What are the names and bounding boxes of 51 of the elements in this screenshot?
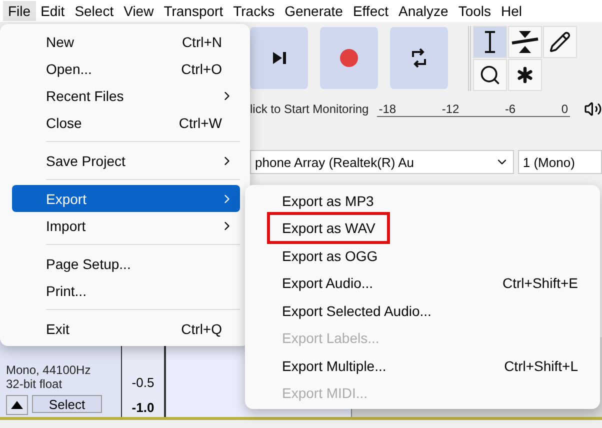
pencil-icon [549,30,571,52]
tool-button[interactable] [508,58,542,90]
menu-title[interactable]: Edit [36,1,70,21]
menu-title[interactable]: File [3,1,36,21]
meter-scale: -18 -12 -6 0 [376,102,570,116]
tool-button[interactable] [473,26,507,58]
skip-end-icon [271,50,287,66]
menu-title[interactable]: Effect [348,1,394,21]
record-icon [340,49,358,67]
menu-item[interactable]: New Ctrl+N [12,28,240,55]
menu-title[interactable]: Analyze [394,1,454,21]
menu-item[interactable]: Export [12,185,240,212]
menu-title[interactable]: Tools [453,1,496,21]
speaker-icon[interactable] [584,100,602,118]
menu-item[interactable]: Page Setup... [12,250,240,277]
i-beam-icon [483,30,497,52]
track-format: Mono, 44100Hz [6,363,92,377]
input-device-dropdown[interactable]: phone Array (Realtek(R) Au [250,150,514,174]
submenu-item[interactable]: Export Multiple... Ctrl+Shift+L [245,352,600,380]
tool-button[interactable] [543,26,577,58]
sample-format: 32-bit float [6,377,64,391]
menu-item[interactable]: Close Ctrl+W [12,109,240,136]
menu-title[interactable]: Tracks [228,1,280,21]
menu-title[interactable]: Transport [158,1,228,21]
menu-item[interactable]: Import [12,212,240,239]
loop-button[interactable] [390,27,448,89]
menu-item[interactable]: Open... Ctrl+O [12,55,240,82]
tool-button[interactable] [473,58,507,90]
collapse-button[interactable] [6,395,28,415]
tool-button[interactable] [508,26,542,58]
menu-title[interactable]: Generate [280,1,348,21]
submenu-item[interactable]: Export as OGG [245,242,600,270]
meter-label[interactable]: lick to Start Monitoring [250,102,369,116]
submenu-item[interactable]: Export Selected Audio... [245,297,600,324]
menu-title[interactable]: Select [70,1,119,21]
envelope-icon [511,30,539,54]
select-button[interactable]: Select [32,395,102,413]
record-button[interactable] [320,27,378,89]
loop-icon [409,48,429,68]
skip-end-button[interactable] [250,27,308,89]
channels-dropdown[interactable]: 1 (Mono) [518,150,602,174]
menu-item[interactable]: Save Project [12,147,240,174]
triangle-up-icon [11,401,23,409]
submenu-item[interactable]: Export as MP3 [245,187,600,214]
menu-item[interactable]: Recent Files [12,82,240,109]
zoom-icon [479,64,501,86]
submenu-item[interactable]: Export as WAV [245,214,600,242]
menu-item[interactable]: Print... [12,277,240,304]
menu-title[interactable]: View [118,1,159,21]
menu-title[interactable]: Hel [496,1,528,21]
submenu-item[interactable]: Export Audio... Ctrl+Shift+E [245,270,600,297]
